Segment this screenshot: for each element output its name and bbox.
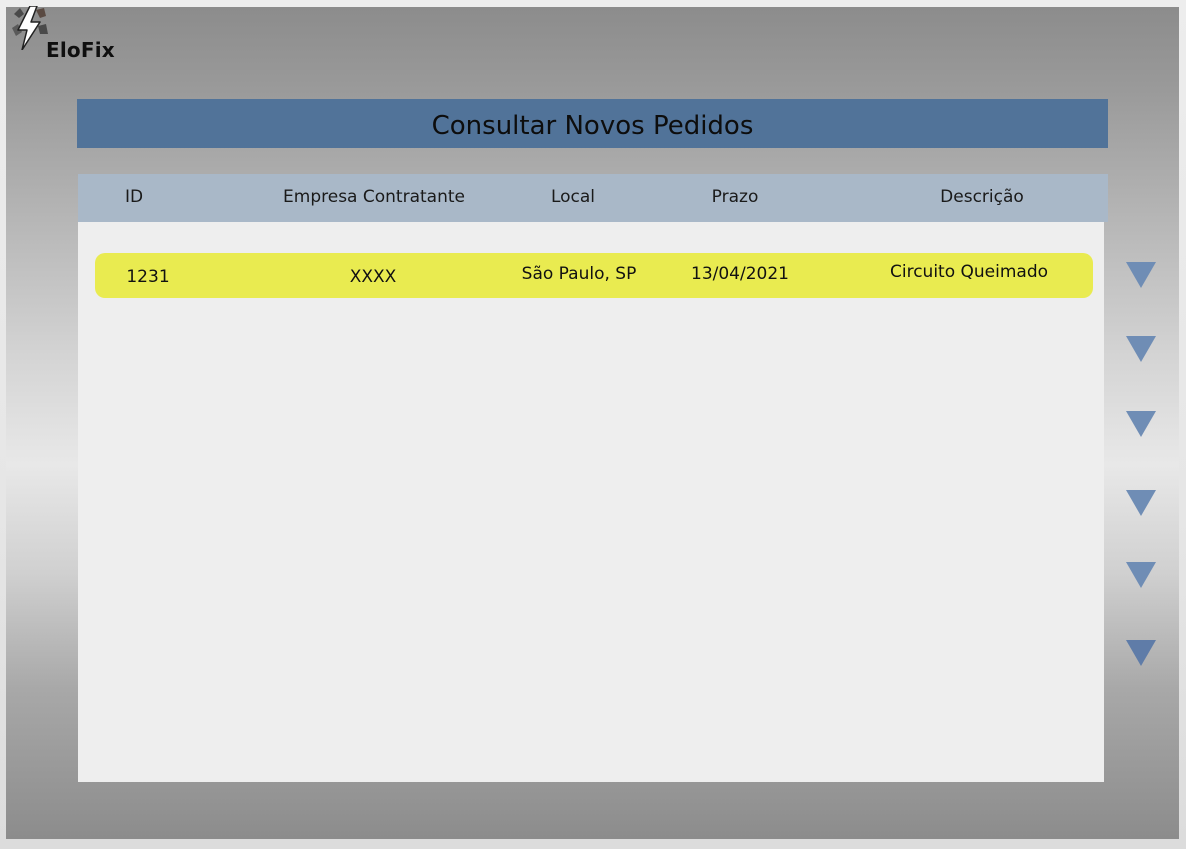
- triangle-down-icon: [1126, 562, 1156, 588]
- triangle-down-icon: [1126, 262, 1156, 288]
- column-header-local: Local: [550, 187, 596, 207]
- cell-descricao: Circuito Queimado: [889, 262, 1049, 282]
- column-header-id: ID: [124, 187, 144, 207]
- expand-row-6-button[interactable]: [1126, 640, 1156, 666]
- app-name: EloFix: [46, 38, 115, 62]
- expand-row-4-button[interactable]: [1126, 490, 1156, 516]
- cell-local: São Paulo, SP: [521, 264, 637, 284]
- expand-row-5-button[interactable]: [1126, 562, 1156, 588]
- cell-prazo: 13/04/2021: [691, 264, 789, 284]
- triangle-down-icon: [1126, 640, 1156, 666]
- column-header-descricao: Descrição: [940, 187, 1024, 207]
- column-header-empresa: Empresa Contratante: [283, 187, 465, 207]
- page-title: Consultar Novos Pedidos: [77, 99, 1108, 148]
- triangle-down-icon: [1126, 411, 1156, 437]
- app-logo: EloFix: [8, 4, 138, 64]
- triangle-down-icon: [1126, 490, 1156, 516]
- expand-row-3-button[interactable]: [1126, 411, 1156, 437]
- triangle-down-icon: [1126, 336, 1156, 362]
- lightning-bolt-logo-icon: [12, 6, 48, 50]
- column-header-prazo: Prazo: [711, 187, 759, 207]
- expand-row-2-button[interactable]: [1126, 336, 1156, 362]
- table-row[interactable]: 1231 XXXX São Paulo, SP 13/04/2021 Circu…: [95, 253, 1093, 298]
- cell-empresa: XXXX: [349, 267, 397, 287]
- cell-id: 1231: [126, 267, 170, 287]
- expand-row-1-button[interactable]: [1126, 262, 1156, 288]
- table-header: ID Empresa Contratante Local Prazo Descr…: [78, 174, 1108, 222]
